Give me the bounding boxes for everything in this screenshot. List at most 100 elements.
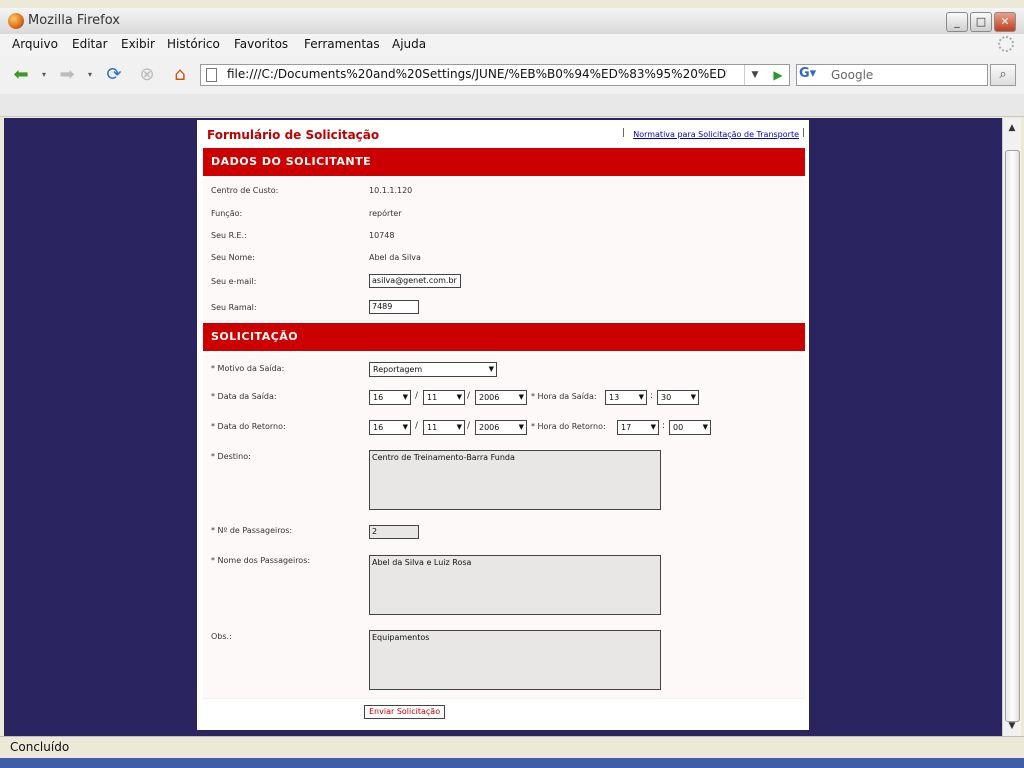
saida-hour-select[interactable]: 13 ▼ <box>605 390 647 405</box>
destino-textarea[interactable]: Centro de Treinamento-Barra Funda <box>369 450 661 510</box>
chevron-down-icon: ▼ <box>638 393 644 401</box>
search-input[interactable]: Google <box>831 68 873 82</box>
stop-icon[interactable]: ⊗ <box>134 62 160 86</box>
menu-historico[interactable]: Histórico <box>167 37 220 51</box>
google-engine-icon[interactable]: G▾ <box>799 66 827 84</box>
saida-month-select[interactable]: 11 ▼ <box>423 390 465 405</box>
email-field[interactable]: asilva@genet.com.br <box>369 274 461 288</box>
scroll-thumb[interactable] <box>1005 150 1020 722</box>
saida-min-value: 30 <box>661 393 672 402</box>
browser-window: Mozilla Firefox _ □ ✕ Arquivo Editar Exi… <box>0 0 1024 768</box>
chevron-down-icon: ▼ <box>456 423 462 431</box>
nomes-passageiros-textarea[interactable]: Abel da Silva e Luiz Rosa <box>369 555 661 615</box>
date-separator: / <box>467 391 471 401</box>
destino-label: * Destino: <box>211 452 251 461</box>
window-title: Mozilla Firefox <box>28 13 120 28</box>
saida-year-value: 2006 <box>479 393 500 402</box>
data-saida-label: * Data da Saída: <box>211 392 277 401</box>
firefox-logo-icon <box>8 13 24 29</box>
menu-ferramentas[interactable]: Ferramentas <box>304 37 380 51</box>
row-centro-custo: Centro de Custo: 10.1.1.120 <box>203 178 805 203</box>
normativa-link[interactable]: Normativa para Solicitação de Transporte <box>633 130 799 139</box>
vertical-scrollbar[interactable]: ▲ ▼ <box>1002 118 1021 736</box>
bookmarks-bar <box>0 94 1024 117</box>
time-separator: : <box>650 391 654 401</box>
menu-bar: Arquivo Editar Exibir Histórico Favorito… <box>0 34 1024 56</box>
section-header-requester: DADOS DO SOLICITANTE <box>203 148 805 176</box>
time-separator: : <box>662 421 666 431</box>
saida-year-select[interactable]: 2006 ▼ <box>475 390 527 405</box>
forward-history-dropdown-icon[interactable]: ▾ <box>84 62 96 86</box>
row-email: Seu e-mail: asilva@genet.com.br <box>203 268 805 295</box>
chevron-down-icon: ▼ <box>402 393 408 401</box>
search-magnifier-icon[interactable]: ⌕ <box>990 64 1016 86</box>
chevron-down-icon: ▼ <box>402 423 408 431</box>
row-passageiros: * Nº de Passageiros: 2 <box>203 516 805 549</box>
retorno-day-select[interactable]: 16 ▼ <box>369 420 411 435</box>
maximize-button[interactable]: □ <box>970 12 992 32</box>
chevron-down-icon: ▼ <box>690 393 696 401</box>
url-dropdown-icon[interactable]: ▼ <box>744 65 765 85</box>
scroll-up-icon[interactable]: ▲ <box>1003 120 1021 136</box>
retorno-min-select[interactable]: 00 ▼ <box>669 420 711 435</box>
menu-exibir[interactable]: Exibir <box>121 37 155 51</box>
retorno-month-select[interactable]: 11 ▼ <box>423 420 465 435</box>
back-arrow-icon[interactable]: ⬅ <box>6 62 36 86</box>
passageiros-field[interactable]: 2 <box>369 525 419 539</box>
link-separator-left: | <box>621 128 625 138</box>
nomes-passageiros-label: * Nome dos Passageiros: <box>211 556 311 565</box>
retorno-year-select[interactable]: 2006 ▼ <box>475 420 527 435</box>
hora-retorno-label: * Hora do Retorno: <box>531 422 606 431</box>
forward-arrow-icon[interactable]: ➡ <box>52 62 82 86</box>
ramal-field[interactable]: 7489 <box>369 300 419 314</box>
chevron-down-icon: ▼ <box>650 423 656 431</box>
date-separator: / <box>467 421 471 431</box>
re-value: 10748 <box>369 231 395 240</box>
date-separator: / <box>415 391 419 401</box>
row-obs: Obs.: Equipamentos <box>203 622 805 699</box>
retorno-hour-select[interactable]: 17 ▼ <box>617 420 659 435</box>
saida-hour-value: 13 <box>609 393 620 402</box>
row-funcao: Função: repórter <box>203 202 805 225</box>
status-bar: Concluído <box>0 736 1024 759</box>
menu-arquivo[interactable]: Arquivo <box>12 37 58 51</box>
chevron-down-icon: ▼ <box>518 393 524 401</box>
close-button[interactable]: ✕ <box>994 12 1016 32</box>
chevron-down-icon: ▼ <box>456 393 462 401</box>
window-controls: _ □ ✕ <box>946 12 1016 32</box>
saida-day-value: 16 <box>373 393 384 402</box>
obs-textarea[interactable]: Equipamentos <box>369 630 661 690</box>
row-data-saida: * Data da Saída: 16 ▼ / 11 ▼ / 2006 ▼ * Hor… <box>203 382 805 413</box>
re-label: Seu R.E.: <box>211 231 247 240</box>
url-bar[interactable]: file:///C:/Documents%20and%20Settings/JU… <box>200 64 790 86</box>
submit-button[interactable]: Enviar Solicitação <box>364 705 446 719</box>
menu-favoritos[interactable]: Favoritos <box>234 37 288 51</box>
row-data-retorno: * Data do Retorno: 16 ▼ / 11 ▼ / 2006 ▼ * H… <box>203 412 805 443</box>
home-icon[interactable]: ⌂ <box>166 62 194 86</box>
back-history-dropdown-icon[interactable]: ▾ <box>38 62 50 86</box>
go-arrow-icon[interactable]: ▶ <box>767 65 789 85</box>
chevron-down-icon: ▼ <box>702 423 708 431</box>
row-motivo: * Motivo da Saída: Reportagem ▼ <box>203 354 805 383</box>
activity-throbber-icon <box>998 36 1014 52</box>
ramal-label: Seu Ramal: <box>211 303 257 312</box>
menu-editar[interactable]: Editar <box>72 37 108 51</box>
obs-label: Obs.: <box>211 632 232 641</box>
saida-month-value: 11 <box>427 393 438 402</box>
reload-icon[interactable]: ⟳ <box>100 62 128 86</box>
scroll-down-icon[interactable]: ▼ <box>1003 718 1021 734</box>
motivo-select[interactable]: Reportagem ▼ <box>369 362 497 377</box>
retorno-month-value: 11 <box>427 423 438 432</box>
section-header-request: SOLICITAÇÃO <box>203 323 805 351</box>
centro-custo-label: Centro de Custo: <box>211 186 279 195</box>
saida-min-select[interactable]: 30 ▼ <box>657 390 699 405</box>
retorno-hour-value: 17 <box>621 423 632 432</box>
data-retorno-label: * Data do Retorno: <box>211 422 286 431</box>
row-nomes-passageiros: * Nome dos Passageiros: Abel da Silva e … <box>203 548 805 623</box>
minimize-button[interactable]: _ <box>946 12 968 32</box>
hora-saida-label: * Hora da Saída: <box>531 392 597 401</box>
search-box[interactable]: G▾ Google <box>796 64 988 86</box>
menu-ajuda[interactable]: Ajuda <box>392 37 426 51</box>
saida-day-select[interactable]: 16 ▼ <box>369 390 411 405</box>
date-separator: / <box>415 421 419 431</box>
